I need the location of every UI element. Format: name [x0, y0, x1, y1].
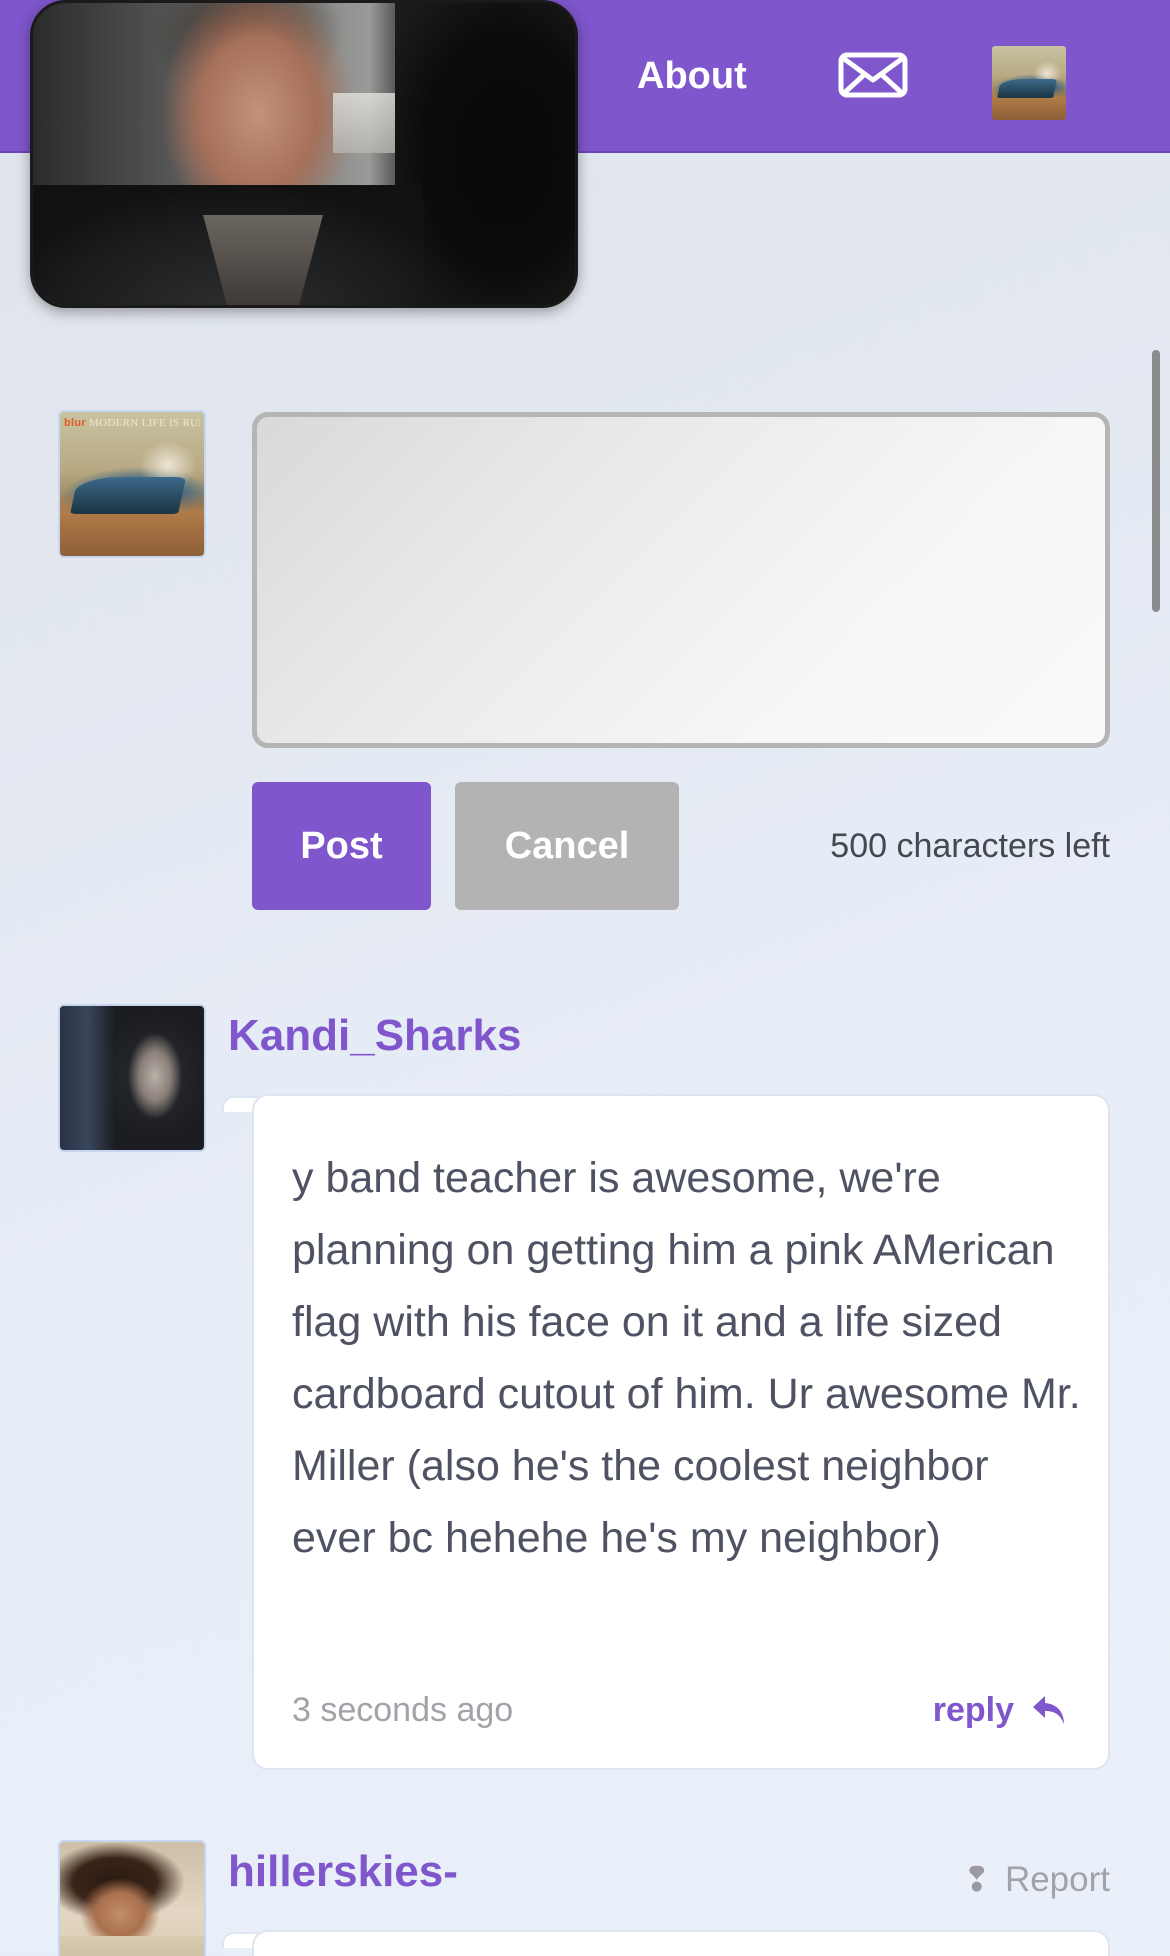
header-banner-image [30, 0, 578, 308]
scrollbar[interactable] [1152, 350, 1160, 612]
post-button[interactable]: Post [252, 782, 431, 910]
album-title: blur MODERN LIFE IS RUBBISH [64, 417, 200, 429]
comment-timestamp: 3 seconds ago [292, 1691, 514, 1729]
nav-about-link[interactable]: About [637, 56, 747, 96]
user-avatar-nav[interactable] [992, 46, 1066, 120]
reply-button[interactable]: reply [933, 1688, 1068, 1732]
comment-bubble [252, 1930, 1110, 1956]
comment-input[interactable] [252, 412, 1110, 748]
comment-username[interactable]: hillerskies- [228, 1846, 458, 1898]
comment-avatar[interactable] [58, 1840, 206, 1956]
report-label: Report [1004, 1860, 1110, 1899]
cancel-button[interactable]: Cancel [455, 782, 679, 910]
report-button[interactable]: ❢ Report [962, 1858, 1110, 1902]
characters-left-counter: 500 characters left [830, 827, 1110, 865]
comment-bubble: y band teacher is awesome, we're plannin… [252, 1094, 1110, 1770]
composer-avatar: blur MODERN LIFE IS RUBBISH [58, 410, 206, 558]
report-icon: ❢ [962, 1861, 991, 1899]
reply-label: reply [932, 1691, 1014, 1729]
reply-arrow-icon [1033, 1696, 1064, 1724]
comment-avatar[interactable] [58, 1004, 206, 1152]
comment-text: y band teacher is awesome, we're plannin… [292, 1154, 1081, 1562]
mail-icon[interactable] [838, 52, 908, 98]
comment-username[interactable]: Kandi_Sharks [228, 1010, 521, 1062]
